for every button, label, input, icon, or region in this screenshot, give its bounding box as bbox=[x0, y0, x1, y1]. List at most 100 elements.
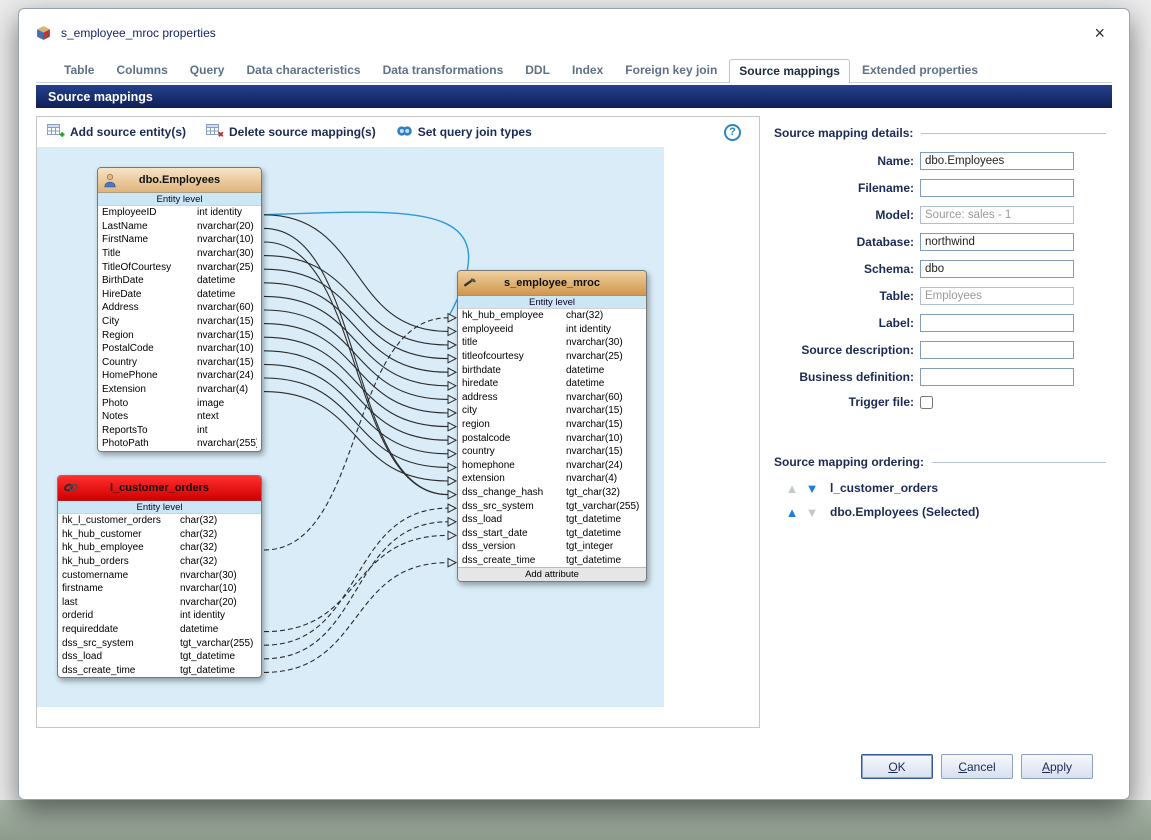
entity-row[interactable]: Region nvarchar(15) bbox=[98, 328, 261, 342]
entity-row[interactable]: requireddate datetime bbox=[58, 623, 261, 637]
close-icon[interactable]: × bbox=[1086, 23, 1113, 44]
tab-columns[interactable]: Columns bbox=[106, 58, 177, 82]
tab-data-characteristics[interactable]: Data characteristics bbox=[236, 58, 370, 82]
ok-button[interactable]: OK bbox=[861, 754, 933, 779]
ordering-item-dbo-employees-selected[interactable]: ▲ ▼ dbo.Employees (Selected) bbox=[782, 505, 1106, 519]
tab-table[interactable]: Table bbox=[54, 58, 104, 82]
entity-row[interactable]: last nvarchar(20) bbox=[58, 596, 261, 610]
tab-index[interactable]: Index bbox=[562, 58, 613, 82]
entity-row[interactable]: dss_create_time tgt_datetime bbox=[58, 664, 261, 678]
entity-row[interactable]: Photo image bbox=[98, 396, 261, 410]
join-types-icon bbox=[396, 124, 413, 141]
entity-row[interactable]: hk_l_customer_orders char(32) bbox=[58, 514, 261, 528]
move-up-icon[interactable]: ▲ bbox=[782, 506, 802, 519]
entity-row[interactable]: address nvarchar(60) bbox=[458, 391, 646, 405]
entity-row[interactable]: country nvarchar(15) bbox=[458, 445, 646, 459]
entity-row[interactable]: dss_load tgt_datetime bbox=[58, 650, 261, 664]
ordering-item-l-customer-orders[interactable]: ▲ ▼ l_customer_orders bbox=[782, 481, 1106, 495]
tab-query[interactable]: Query bbox=[180, 58, 235, 82]
mapping-workspace: Add source entity(s) Delete source mappi… bbox=[36, 116, 760, 728]
add-attribute-button[interactable]: Add attribute bbox=[458, 567, 646, 582]
entity-row[interactable]: EmployeeID int identity bbox=[98, 206, 261, 220]
delete-source-mapping-button[interactable]: Delete source mapping(s) bbox=[206, 123, 376, 141]
entity-row[interactable]: HireDate datetime bbox=[98, 288, 261, 302]
help-icon[interactable]: ? bbox=[724, 123, 741, 141]
trigger-file-checkbox[interactable] bbox=[920, 395, 933, 409]
entity-row[interactable]: Address nvarchar(60) bbox=[98, 301, 261, 315]
entity-row[interactable]: dss_start_date tgt_datetime bbox=[458, 527, 646, 541]
tab-source-mappings[interactable]: Source mappings bbox=[729, 59, 850, 83]
entity-row[interactable]: BirthDate datetime bbox=[98, 274, 261, 288]
column-name: HomePhone bbox=[102, 370, 158, 382]
column-type: nvarchar(15) bbox=[197, 316, 254, 328]
entity-row[interactable]: PhotoPath nvarchar(255) bbox=[98, 437, 261, 451]
move-up-icon[interactable]: ▲ bbox=[782, 482, 802, 495]
entity-row[interactable]: birthdate datetime bbox=[458, 363, 646, 377]
entity-row[interactable]: FirstName nvarchar(10) bbox=[98, 233, 261, 247]
field-row-database: Database: bbox=[774, 233, 1106, 251]
entity-row[interactable]: employeeid int identity bbox=[458, 323, 646, 337]
move-down-icon[interactable]: ▼ bbox=[802, 482, 822, 495]
apply-button[interactable]: Apply bbox=[1021, 754, 1093, 779]
entity-row[interactable]: hk_hub_employee char(32) bbox=[58, 541, 261, 555]
entity-employees[interactable]: dbo.Employees Entity level EmployeeID int i… bbox=[97, 167, 262, 452]
entity-row[interactable]: hk_hub_employee char(32) bbox=[458, 309, 646, 323]
entity-row[interactable]: TitleOfCourtesy nvarchar(25) bbox=[98, 260, 261, 274]
mapping-canvas[interactable]: dbo.Employees Entity level EmployeeID int i… bbox=[37, 147, 664, 707]
entity-row[interactable]: dss_version tgt_integer bbox=[458, 540, 646, 554]
entity-row[interactable]: dss_create_time tgt_datetime bbox=[458, 554, 646, 568]
entity-row[interactable]: hk_hub_customer char(32) bbox=[58, 528, 261, 542]
entity-row[interactable]: hiredate datetime bbox=[458, 377, 646, 391]
label-field[interactable] bbox=[920, 314, 1074, 332]
entity-row[interactable]: ReportsTo int bbox=[98, 424, 261, 438]
move-down-icon[interactable]: ▼ bbox=[802, 506, 822, 519]
entity-row[interactable]: firstname nvarchar(10) bbox=[58, 582, 261, 596]
cancel-button[interactable]: Cancel bbox=[941, 754, 1013, 779]
business-definition-field[interactable] bbox=[920, 368, 1074, 386]
entity-row[interactable]: dss_change_hash tgt_char(32) bbox=[458, 486, 646, 500]
entity-row[interactable]: Country nvarchar(15) bbox=[98, 356, 261, 370]
model-field[interactable] bbox=[920, 206, 1074, 224]
entity-row[interactable]: dss_src_system tgt_varchar(255) bbox=[58, 636, 261, 650]
entity-row[interactable]: postalcode nvarchar(10) bbox=[458, 431, 646, 445]
tab-extended-properties[interactable]: Extended properties bbox=[852, 58, 988, 82]
column-type: char(32) bbox=[180, 528, 218, 540]
entity-row[interactable]: dss_src_system tgt_varchar(255) bbox=[458, 499, 646, 513]
entity-row[interactable]: city nvarchar(15) bbox=[458, 404, 646, 418]
entity-row[interactable]: LastName nvarchar(20) bbox=[98, 220, 261, 234]
tab-ddl[interactable]: DDL bbox=[515, 58, 560, 82]
entity-row[interactable]: Notes ntext bbox=[98, 410, 261, 424]
entity-row[interactable]: homephone nvarchar(24) bbox=[458, 459, 646, 473]
database-field[interactable] bbox=[920, 233, 1074, 251]
table-field[interactable] bbox=[920, 287, 1074, 305]
entity-row[interactable]: hk_hub_orders char(32) bbox=[58, 555, 261, 569]
column-type: tgt_varchar(255) bbox=[180, 637, 254, 649]
entity-row[interactable]: extension nvarchar(4) bbox=[458, 472, 646, 486]
add-source-entity-button[interactable]: Add source entity(s) bbox=[47, 123, 186, 141]
tab-data-transformations[interactable]: Data transformations bbox=[373, 58, 514, 82]
entity-row[interactable]: titleofcourtesy nvarchar(25) bbox=[458, 350, 646, 364]
entity-row[interactable]: region nvarchar(15) bbox=[458, 418, 646, 432]
entity-row[interactable]: HomePhone nvarchar(24) bbox=[98, 369, 261, 383]
entity-row[interactable]: orderid int identity bbox=[58, 609, 261, 623]
source-description-field[interactable] bbox=[920, 341, 1074, 359]
entity-row[interactable]: Extension nvarchar(4) bbox=[98, 383, 261, 397]
column-type: tgt_datetime bbox=[566, 514, 622, 526]
entity-mroc[interactable]: s_employee_mroc Entity level hk_hub_employ… bbox=[457, 270, 647, 583]
column-type: tgt_datetime bbox=[180, 651, 236, 663]
entity-row[interactable]: Title nvarchar(30) bbox=[98, 247, 261, 261]
field-row-schema: Schema: bbox=[774, 260, 1106, 278]
column-name: homephone bbox=[462, 459, 515, 471]
entity-row[interactable]: customername nvarchar(30) bbox=[58, 568, 261, 582]
tab-foreign-key-join[interactable]: Foreign key join bbox=[615, 58, 727, 82]
set-query-join-types-button[interactable]: Set query join types bbox=[396, 124, 532, 141]
entity-row[interactable]: dss_load tgt_datetime bbox=[458, 513, 646, 527]
entity-lco[interactable]: l_customer_orders Entity level hk_l_custom… bbox=[57, 475, 262, 679]
name-field[interactable] bbox=[920, 152, 1074, 170]
filename-field[interactable] bbox=[920, 179, 1074, 197]
column-type: nvarchar(255) bbox=[197, 438, 257, 450]
schema-field[interactable] bbox=[920, 260, 1074, 278]
entity-row[interactable]: title nvarchar(30) bbox=[458, 336, 646, 350]
entity-row[interactable]: PostalCode nvarchar(10) bbox=[98, 342, 261, 356]
entity-row[interactable]: City nvarchar(15) bbox=[98, 315, 261, 329]
